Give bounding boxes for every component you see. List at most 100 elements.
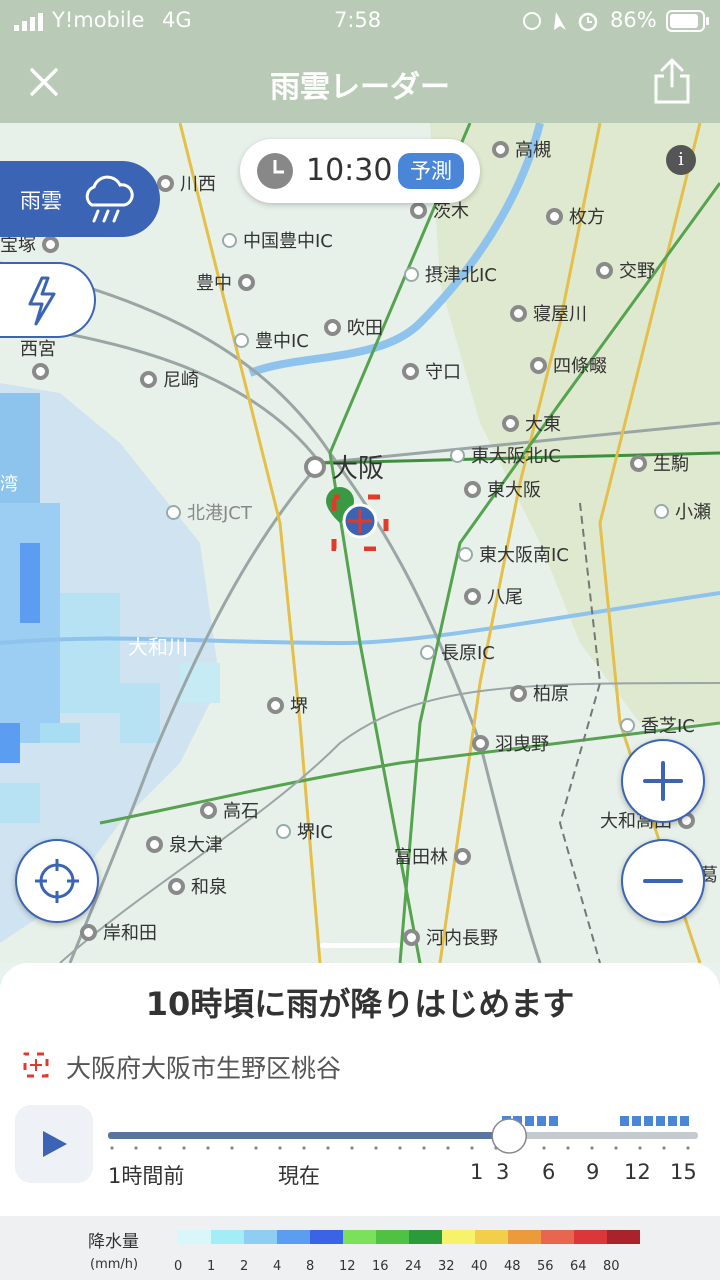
ic-dot-icon xyxy=(420,644,435,660)
ic-dot-icon xyxy=(404,266,419,282)
lightning-layer-button[interactable] xyxy=(0,262,96,338)
station-dot-icon xyxy=(454,847,471,865)
location-frame-icon xyxy=(23,1052,49,1078)
legend-value: 56 xyxy=(537,1259,554,1274)
legend-value: 8 xyxy=(306,1259,315,1274)
radar-map[interactable]: 川西 高槻 茨木 枚方 宝塚 中国豊中IC 豊中 摂津北IC 交野 寝屋川 豊中… xyxy=(0,123,720,963)
place-habikino: 羽曳野 xyxy=(472,730,549,756)
place-nagahara-ic: 長原IC xyxy=(420,639,495,665)
legend-value: 64 xyxy=(570,1259,587,1274)
signal-icon xyxy=(14,12,48,36)
place-sakai: 堺 xyxy=(267,692,308,718)
place-hokko-jct: 北港JCT xyxy=(166,499,252,525)
ic-dot-icon xyxy=(276,823,291,839)
carrier-label: Y!mobile xyxy=(52,8,145,32)
ic-dot-icon xyxy=(450,447,465,463)
legend-swatch xyxy=(244,1230,277,1244)
legend-swatch xyxy=(310,1230,343,1244)
legend-value: 0 xyxy=(174,1259,183,1274)
timeline-tick xyxy=(638,1146,642,1150)
station-dot-icon xyxy=(267,696,284,714)
station-dot-icon xyxy=(140,370,157,388)
station-dot-icon xyxy=(32,363,49,380)
legend-swatch xyxy=(376,1230,409,1244)
crosshair-icon xyxy=(35,859,79,903)
rain-forecast-bar xyxy=(537,1116,546,1126)
station-dot-icon xyxy=(324,318,341,336)
sheet-handle[interactable] xyxy=(320,943,400,948)
legend-value: 24 xyxy=(405,1259,422,1274)
station-dot-icon xyxy=(546,207,563,225)
timeline-tick xyxy=(422,1146,426,1150)
timeline-tick xyxy=(614,1146,618,1150)
ic-dot-icon xyxy=(234,332,249,348)
station-dot-icon xyxy=(403,928,420,946)
ic-dot-icon xyxy=(620,717,635,733)
station-dot-icon xyxy=(238,273,255,291)
legend-swatch xyxy=(409,1230,442,1244)
rain-forecast-bar xyxy=(668,1116,677,1126)
tick-6: 6 xyxy=(542,1160,556,1184)
place-sakai-ic: 堺IC xyxy=(276,818,333,844)
share-icon xyxy=(654,58,690,104)
ic-dot-icon xyxy=(654,503,669,519)
station-dot-icon xyxy=(80,923,97,941)
legend-value: 1 xyxy=(207,1259,216,1274)
timeline-tick xyxy=(350,1146,354,1150)
zoom-in-button[interactable] xyxy=(621,739,705,823)
legend-swatch xyxy=(508,1230,541,1244)
timeline-slider[interactable] xyxy=(108,1112,700,1164)
timeline-tick xyxy=(110,1146,114,1150)
clock-icon xyxy=(257,153,293,189)
station-dot-icon xyxy=(510,304,527,322)
place-ikoma: 生駒 xyxy=(630,450,689,476)
timeline-tick xyxy=(134,1146,138,1150)
legend-unit: (mm/h) xyxy=(90,1257,139,1272)
place-kashiwara: 柏原 xyxy=(510,680,569,706)
place-takatsuki: 高槻 xyxy=(492,136,551,162)
station-dot-icon xyxy=(596,261,613,279)
place-kawanishi: 川西 xyxy=(157,170,216,196)
play-button[interactable] xyxy=(15,1105,93,1183)
river-yamatogawa: 大和川 xyxy=(128,635,188,659)
station-dot-icon xyxy=(492,140,509,158)
forecast-headline: 10時頃に雨が降りはじめます xyxy=(145,985,575,1023)
rain-forecast-bar xyxy=(632,1116,641,1126)
legend-value: 4 xyxy=(273,1259,282,1274)
place-hirakata: 枚方 xyxy=(546,203,605,229)
tick-now: 現在 xyxy=(278,1164,320,1188)
rain-layer-button[interactable]: 雨雲 xyxy=(0,161,160,237)
zoom-out-button[interactable] xyxy=(621,839,705,923)
place-kawachinagano: 河内長野 xyxy=(403,924,498,950)
legend-value: 16 xyxy=(372,1259,389,1274)
legend-swatch xyxy=(541,1230,574,1244)
legend-swatch xyxy=(211,1230,244,1244)
tick-12: 12 xyxy=(624,1160,651,1184)
station-dot-icon xyxy=(168,877,185,895)
place-toyonaka: 豊中 xyxy=(196,269,255,295)
station-dot-icon xyxy=(502,414,519,432)
place-kose: 小瀬 xyxy=(654,498,711,524)
station-dot-icon xyxy=(157,174,174,192)
current-location-button[interactable] xyxy=(15,839,99,923)
pin-icon xyxy=(326,487,389,551)
rain-layer-label: 雨雲 xyxy=(20,189,62,213)
timeline-tick xyxy=(182,1146,186,1150)
timeline-tick xyxy=(566,1146,570,1150)
legend-value: 12 xyxy=(339,1259,356,1274)
timeline-tick xyxy=(374,1146,378,1150)
page-title: 雨雲レーダー xyxy=(270,70,450,105)
map-info-button[interactable]: i xyxy=(666,145,696,175)
share-button[interactable] xyxy=(648,56,696,106)
timeline-tick xyxy=(662,1146,666,1150)
bay-label: 湾 xyxy=(0,474,18,495)
ic-dot-icon xyxy=(166,504,181,520)
place-settsukita-ic: 摂津北IC xyxy=(404,261,497,287)
legend-swatch xyxy=(343,1230,376,1244)
forecast-time-pill[interactable]: 10:30 予測 xyxy=(240,139,480,203)
timeline-tick xyxy=(158,1146,162,1150)
location-marker[interactable] xyxy=(322,485,392,551)
battery-icon xyxy=(666,10,710,37)
network-label: 4G xyxy=(162,8,192,32)
station-dot-icon xyxy=(464,587,481,605)
